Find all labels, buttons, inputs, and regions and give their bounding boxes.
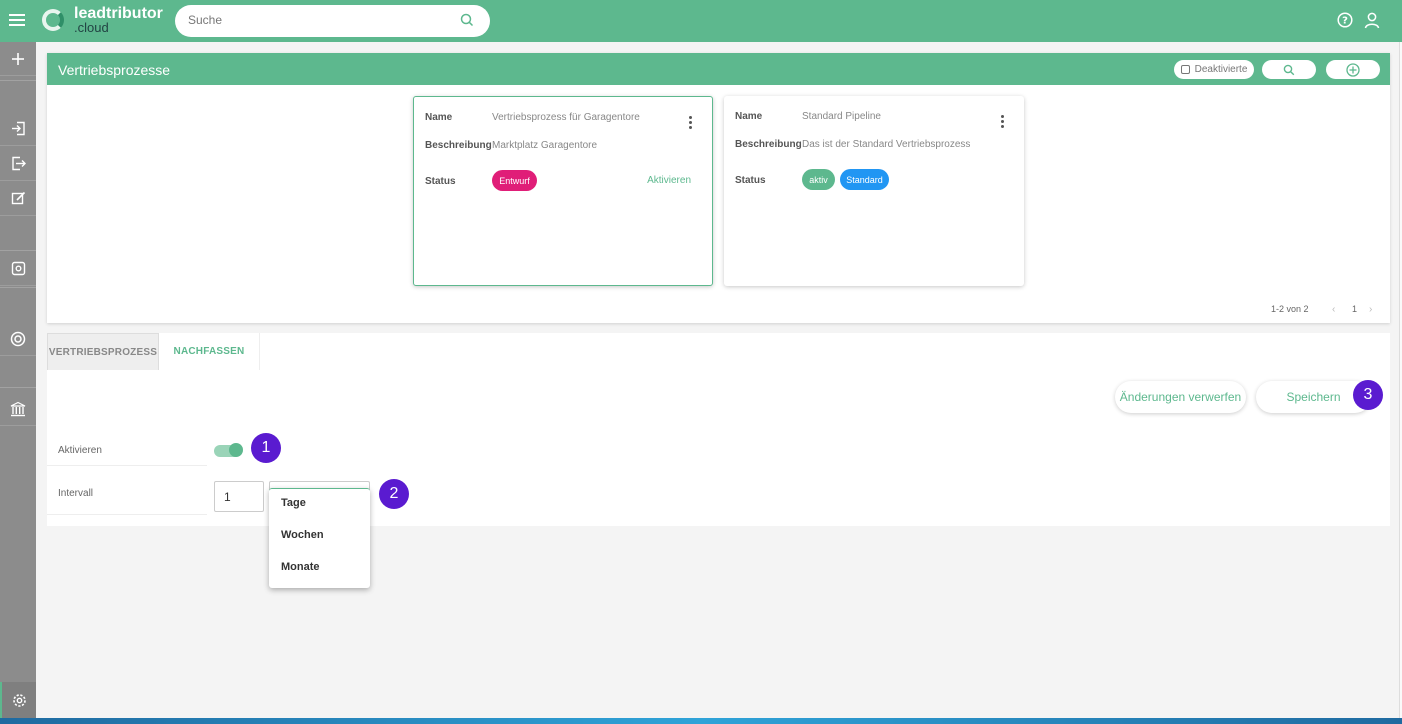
show-deactivated-label: Deaktivierte <box>1194 64 1248 75</box>
status-badge: Entwurf <box>492 170 537 191</box>
search-icon[interactable] <box>460 13 474 27</box>
interval-input[interactable] <box>214 481 264 512</box>
search-box <box>175 5 490 37</box>
discard-changes-button[interactable]: Änderungen verwerfen <box>1115 381 1246 413</box>
status-label: Status <box>735 175 766 186</box>
checkbox-icon[interactable] <box>1180 65 1190 74</box>
status-label: Status <box>425 176 456 187</box>
view-icon[interactable] <box>0 252 36 286</box>
page-number[interactable]: 1 <box>1352 304 1357 314</box>
sales-process-panel: Vertriebsprozesse Deaktivierte Name Vert… <box>47 53 1390 323</box>
add-process-button[interactable] <box>1326 60 1380 79</box>
brand-name: leadtributor <box>74 5 163 22</box>
process-card[interactable]: Name Standard Pipeline Beschreibung Das … <box>724 96 1024 286</box>
interval-label: Intervall <box>58 488 94 499</box>
import-icon[interactable] <box>0 112 36 146</box>
description-label: Beschreibung <box>735 139 802 150</box>
name-label: Name <box>735 111 763 122</box>
process-description: Das ist der Standard Vertriebsprozess <box>802 139 971 150</box>
top-bar: leadtributor .cloud ? <box>0 0 1402 42</box>
option-wochen[interactable]: Wochen <box>281 529 324 541</box>
process-description: Marktplatz Garagentore <box>492 140 598 151</box>
more-options-icon[interactable] <box>689 116 692 131</box>
panel-search-button[interactable] <box>1262 60 1316 79</box>
interval-unit-dropdown: Tage Wochen Monate <box>269 488 370 588</box>
description-label: Beschreibung <box>425 140 492 151</box>
help-icon[interactable]: ? <box>1337 12 1353 28</box>
panel-title: Vertriebsprozesse <box>58 62 171 78</box>
menu-icon[interactable] <box>9 14 25 26</box>
activate-toggle[interactable] <box>214 443 243 457</box>
process-name: Standard Pipeline <box>802 111 881 122</box>
annotation-badge: 2 <box>379 479 409 509</box>
user-icon[interactable] <box>1363 11 1381 29</box>
option-monate[interactable]: Monate <box>281 561 320 573</box>
settings-section: VERTRIEBSPROZESS NACHFASSEN Änderungen v… <box>47 333 1390 526</box>
option-tage[interactable]: Tage <box>281 497 306 509</box>
pagination-range: 1-2 von 2 <box>1271 304 1309 314</box>
edit-icon[interactable] <box>0 182 36 216</box>
chevron-right-icon[interactable]: › <box>1369 304 1372 315</box>
add-icon[interactable] <box>0 42 36 76</box>
chevron-left-icon[interactable]: ‹ <box>1332 304 1335 315</box>
process-name: Vertriebsprozess für Garagentore <box>492 112 640 123</box>
settings-icon[interactable] <box>0 682 36 718</box>
annotation-badge: 1 <box>251 433 281 463</box>
brand-suffix: .cloud <box>74 20 109 35</box>
add-circle-icon <box>1346 62 1360 77</box>
process-card[interactable]: Name Vertriebsprozess für Garagentore Be… <box>413 96 713 286</box>
institution-icon[interactable] <box>0 392 36 426</box>
sidebar <box>0 42 36 718</box>
name-label: Name <box>425 112 453 123</box>
svg-text:?: ? <box>1342 16 1348 27</box>
more-options-icon[interactable] <box>1001 115 1004 130</box>
default-badge: Standard <box>840 169 889 190</box>
activate-link[interactable]: Aktivieren <box>647 175 691 186</box>
export-icon[interactable] <box>0 147 36 181</box>
activate-label: Aktivieren <box>58 445 102 456</box>
status-badge: aktiv <box>802 169 835 190</box>
show-deactivated-toggle[interactable]: Deaktivierte <box>1174 60 1254 79</box>
search-input[interactable] <box>188 13 448 27</box>
panel-header: Vertriebsprozesse Deaktivierte <box>47 53 1390 85</box>
tab-vertriebsprozess[interactable]: VERTRIEBSPROZESS <box>47 333 159 370</box>
search-icon <box>1283 64 1295 75</box>
taskbar-strip <box>0 718 1402 724</box>
annotation-badge: 3 <box>1353 380 1383 410</box>
tab-nachfassen[interactable]: NACHFASSEN <box>159 333 260 370</box>
logo-icon <box>42 9 64 31</box>
lifebuoy-icon[interactable] <box>0 322 36 356</box>
